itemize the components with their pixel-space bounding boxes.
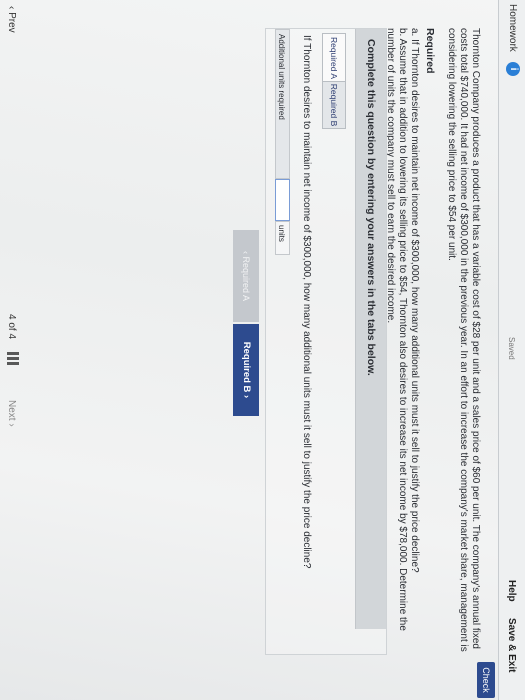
page-position: 4 of 4 [6, 314, 17, 340]
top-bar: Homework i Saved Help Save & Exit [498, 0, 525, 700]
prev-page-button[interactable]: ‹ Prev [6, 6, 17, 33]
answer-units: units [275, 221, 290, 255]
question-text: If Thornton desires to maintain net inco… [301, 35, 312, 569]
screen: Homework i Saved Help Save & Exit Check … [0, 0, 525, 700]
additional-units-input[interactable] [275, 179, 290, 221]
help-button[interactable]: Help [506, 580, 517, 602]
pager: ‹ Prev 4 of 4 Next › [0, 0, 25, 700]
next-page-button[interactable]: Next › [6, 400, 17, 427]
problem-content: Thornton Company produces a product that… [384, 28, 481, 658]
page-title: Homework [507, 4, 518, 52]
save-exit-button[interactable]: Save & Exit [506, 618, 517, 672]
answer-panel: Complete this question by entering your … [265, 28, 387, 655]
check-button[interactable]: Check [477, 662, 495, 698]
instructions-text: Complete this question by entering your … [365, 39, 377, 376]
required-item-a: a. If Thornton desires to maintain net i… [409, 28, 420, 573]
answer-row: Additional units required units [272, 29, 290, 589]
required-item-b: b. Assume that in addition to lowering i… [385, 28, 408, 631]
prev-tab-button[interactable]: ‹ Required A [233, 230, 259, 322]
next-tab-button[interactable]: Required B › [233, 324, 259, 416]
grid-icon[interactable] [7, 352, 19, 366]
instructions-banner: Complete this question by entering your … [355, 29, 386, 629]
info-icon[interactable]: i [506, 62, 520, 76]
tab-required-a[interactable]: Required A [322, 33, 346, 83]
saved-status: Saved [507, 337, 516, 360]
tab-required-b[interactable]: Required B [322, 81, 346, 129]
answer-label: Additional units required [275, 29, 290, 179]
required-heading: Required [424, 28, 436, 74]
problem-text: Thornton Company produces a product that… [446, 28, 481, 652]
